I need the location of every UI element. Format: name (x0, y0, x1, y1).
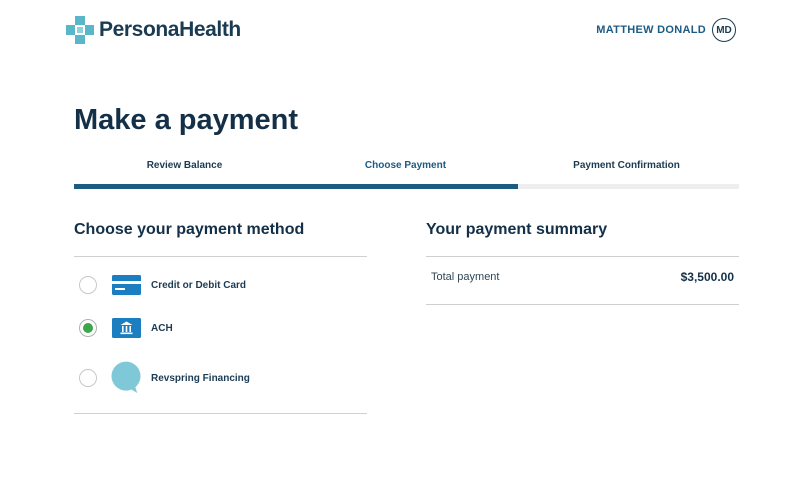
payment-option-card[interactable]: Credit or Debit Card (74, 267, 367, 303)
divider (426, 256, 739, 257)
avatar[interactable]: MD (712, 18, 736, 42)
progress-fill (74, 184, 518, 189)
payment-method-heading: Choose your payment method (74, 221, 305, 238)
step-review-balance: Review Balance (146, 160, 223, 171)
divider (74, 256, 367, 257)
payment-option-ach[interactable]: ACH (74, 310, 367, 346)
step-payment-confirmation: Payment Confirmation (573, 160, 680, 171)
bank-icon (111, 318, 141, 338)
medical-cross-icon (66, 16, 94, 44)
radio-revspring[interactable] (79, 369, 97, 387)
divider (426, 304, 739, 305)
logo-text: PersonaHealth (99, 18, 241, 41)
step-progress: Review Balance Choose Payment Payment Co… (74, 160, 739, 192)
payment-option-label: Revspring Financing (151, 372, 250, 384)
radio-card[interactable] (79, 276, 97, 294)
step-choose-payment: Choose Payment (364, 160, 447, 171)
credit-card-icon (111, 275, 141, 295)
payment-option-revspring[interactable]: Revspring Financing (74, 360, 367, 396)
divider (74, 413, 367, 414)
radio-ach[interactable] (79, 319, 97, 337)
logo[interactable]: PersonaHealth (64, 14, 241, 46)
payment-summary-heading: Your payment summary (426, 221, 608, 238)
user-name: MATTHEW DONALD (596, 24, 706, 36)
payment-option-label: Credit or Debit Card (151, 279, 247, 291)
radio-selected-dot (83, 323, 93, 333)
user-menu[interactable]: MATTHEW DONALD MD (596, 18, 736, 42)
total-payment-row: Total payment $3,500.00 (426, 270, 739, 284)
page-title: Make a payment (74, 104, 299, 136)
chat-bubble-icon (111, 360, 141, 396)
total-payment-value: $3,500.00 (680, 270, 734, 284)
payment-option-label: ACH (151, 322, 173, 334)
total-payment-label: Total payment (431, 271, 500, 283)
